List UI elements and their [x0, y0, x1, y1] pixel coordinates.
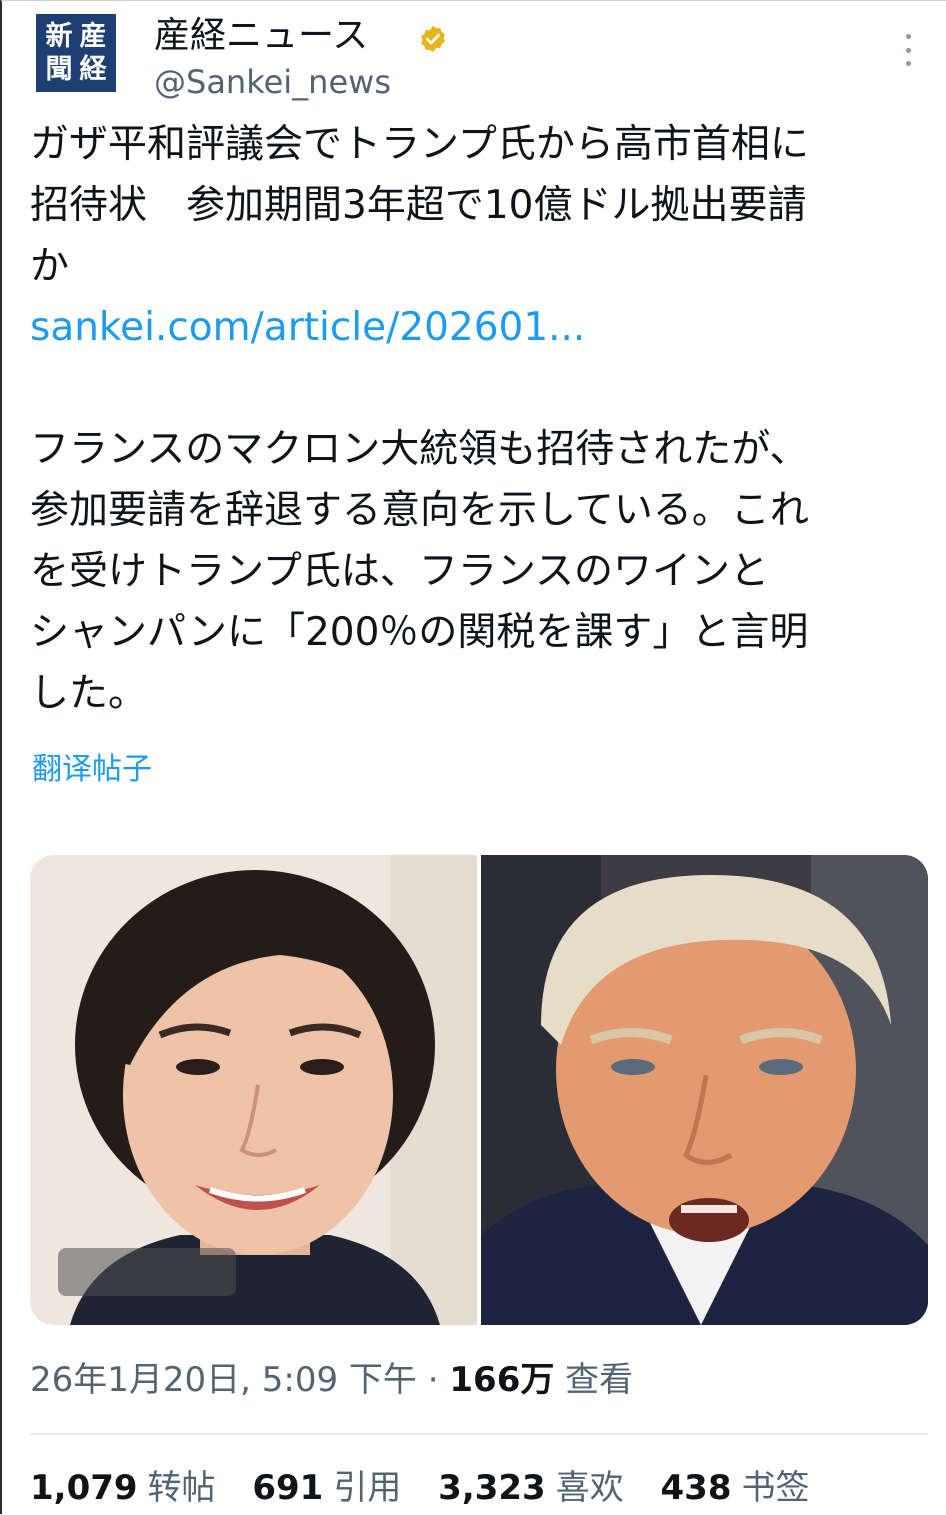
body-line: を受けトランプ氏は、フランスのワインと — [30, 549, 770, 594]
views-label: 查看 — [554, 1360, 634, 1400]
headline-line: 招待状 参加期間3年超で10億ドル拠出要請 — [30, 183, 807, 228]
divider — [30, 1433, 928, 1435]
more-dot-icon — [905, 61, 911, 66]
stat-label: 引用 — [333, 1468, 402, 1508]
stat-quotes[interactable]: 691 引用 — [252, 1464, 401, 1512]
photo-left[interactable] — [30, 855, 477, 1325]
stat-label: 转帖 — [147, 1468, 216, 1508]
verified-badge-icon — [421, 25, 445, 53]
photo-right[interactable] — [481, 855, 928, 1325]
man-portrait-image — [481, 855, 928, 1325]
more-dot-icon — [905, 47, 911, 53]
stat-label: 书签 — [741, 1468, 810, 1508]
headline-line: か — [30, 244, 70, 289]
body-line: フランスのマクロン大統領も招待されたが、 — [30, 427, 809, 472]
meta-separator: · — [416, 1360, 450, 1400]
stat-label: 喜欢 — [555, 1468, 624, 1508]
stat-bookmarks[interactable]: 438 书签 — [661, 1464, 810, 1512]
engagement-stats: 1,079 转帖 691 引用 3,323 喜欢 438 书签 — [30, 1464, 836, 1512]
views-count: 166万 — [449, 1360, 555, 1400]
stat-reposts[interactable]: 1,079 转帖 — [30, 1464, 216, 1512]
tweet-header: 新 産 聞 経 産経ニュース @Sankei_news — [36, 12, 916, 101]
article-link[interactable]: sankei.com/article/202601... — [30, 297, 920, 358]
avatar-char: 新 — [45, 21, 73, 52]
more-dot-icon — [905, 34, 911, 39]
headline-line: ガザ平和評議会でトランプ氏から高市首相に — [30, 122, 809, 167]
avatar[interactable]: 新 産 聞 経 — [36, 14, 116, 92]
user-handle[interactable]: @Sankei_news — [154, 62, 391, 102]
more-options-button[interactable] — [892, 26, 924, 74]
avatar-char: 経 — [79, 54, 107, 85]
stat-count: 1,079 — [30, 1468, 138, 1508]
body-line: シャンパンに「200％の関税を課す」と言明 — [30, 610, 809, 655]
stat-likes[interactable]: 3,323 喜欢 — [438, 1464, 624, 1512]
body-line: した。 — [30, 671, 148, 716]
tweet-text: ガザ平和評議会でトランプ氏から高市首相に 招待状 参加期間3年超で10億ドル拠出… — [30, 114, 920, 724]
tweet-media[interactable] — [30, 855, 928, 1325]
display-name[interactable]: 産経ニュース — [154, 16, 368, 56]
avatar-char: 産 — [79, 21, 107, 52]
timestamp[interactable]: 26年1月20日, 5:09 下午 — [30, 1360, 417, 1400]
tweet-meta: 26年1月20日, 5:09 下午 · 166万 查看 — [30, 1358, 633, 1402]
body-line: 参加要請を辞退する意向を示している。これ — [30, 488, 809, 533]
stat-count: 438 — [660, 1468, 732, 1508]
translate-post-link[interactable]: 翻译帖子 — [32, 750, 152, 790]
blurred-caption — [58, 1248, 236, 1296]
avatar-char: 聞 — [45, 54, 73, 85]
stat-count: 3,323 — [438, 1468, 546, 1508]
stat-count: 691 — [252, 1468, 324, 1508]
